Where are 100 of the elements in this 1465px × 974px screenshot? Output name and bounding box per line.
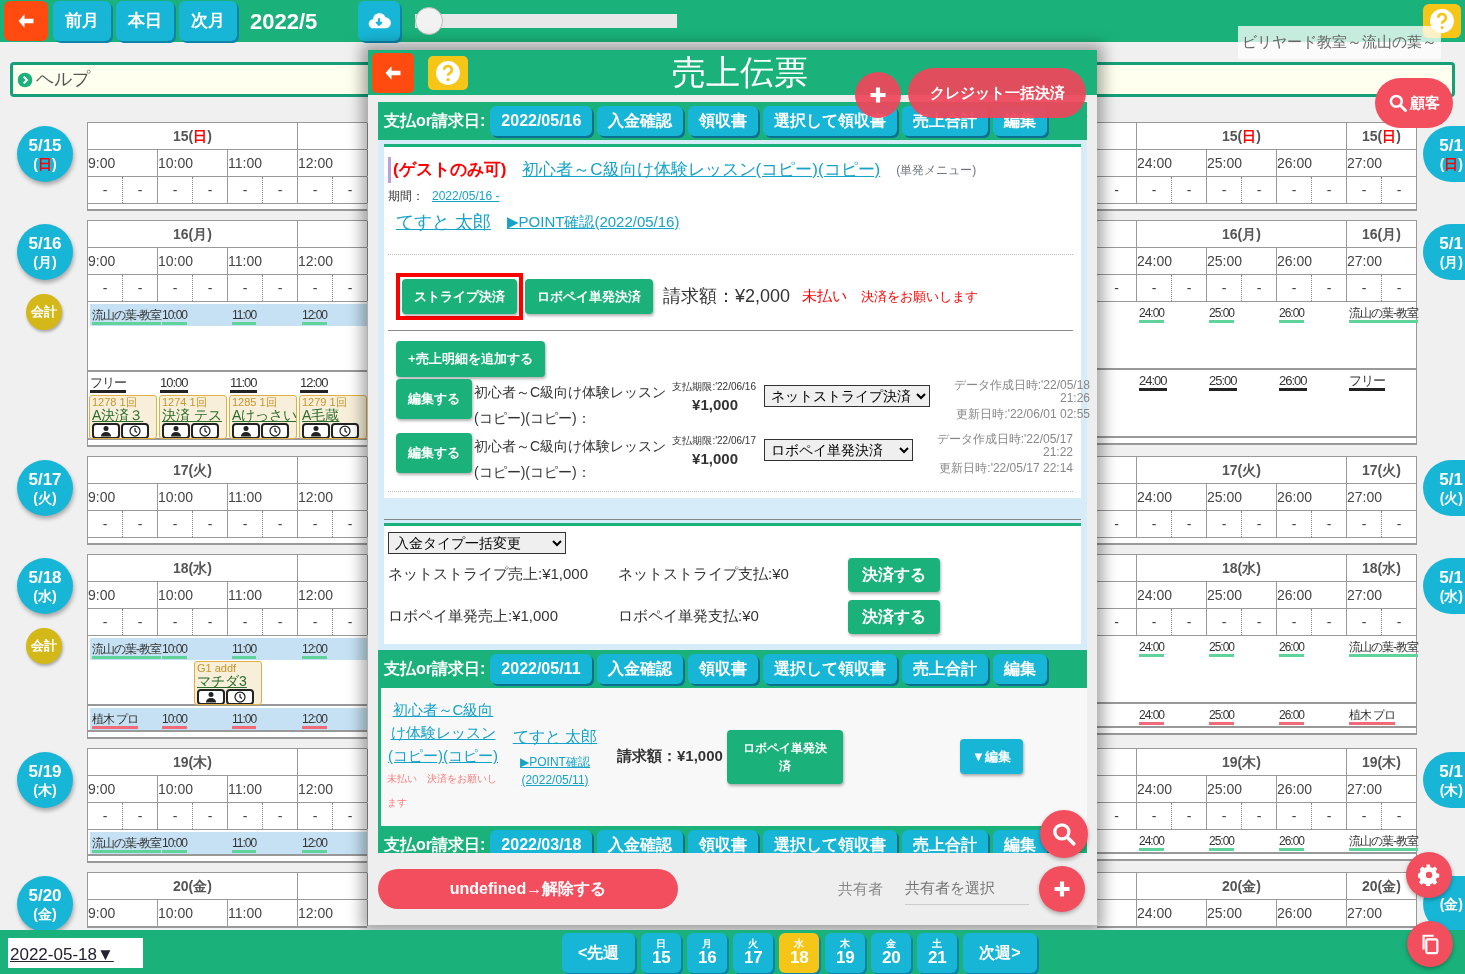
time-label: 9:00 (88, 251, 116, 271)
slot-mark: - (347, 806, 353, 826)
time-label: 25:00 (1207, 487, 1243, 507)
slot-mark: - (242, 806, 248, 826)
lane-time: 12:00 (302, 642, 328, 659)
lane-time: 24:00 (1139, 374, 1167, 391)
lane-time: 25:00 (1209, 640, 1235, 657)
lane-time: 12:00 (302, 308, 328, 325)
lane-time: 25:00 (1209, 834, 1235, 851)
day-header: 15(日) (173, 126, 212, 146)
slot-mark: - (1221, 806, 1227, 826)
slot-mark: - (1114, 612, 1119, 632)
day-header: 16(月) (173, 224, 212, 244)
time-label: 9:00 (88, 487, 116, 507)
slot-mark: - (242, 278, 248, 298)
lane-time: 10:00 (162, 308, 188, 325)
time-label: 12:00 (298, 903, 334, 923)
modal-title: 売上伝票 (672, 52, 808, 93)
slot-mark: - (1186, 514, 1192, 534)
slot-mark: - (102, 806, 108, 826)
slot-mark: - (1326, 806, 1332, 826)
slot-mark: - (137, 180, 143, 200)
slot-mark: - (1151, 612, 1157, 632)
day-header: 15(日) (1222, 126, 1261, 146)
lane-time: 10:00 (162, 642, 188, 659)
lane-name: 流山の葉-教室 (92, 642, 161, 659)
day-header: 18(水) (173, 558, 212, 578)
slot-mark: - (1151, 180, 1157, 200)
slot-mark: - (1361, 806, 1367, 826)
day-header: 15(日) (1362, 126, 1401, 146)
sales-total: ネットストライプ売上:¥1,000 (388, 564, 590, 585)
slot-mark: - (242, 612, 248, 632)
lane-time: 24:00 (1139, 306, 1165, 323)
slot-mark: - (1114, 278, 1119, 298)
slot-mark: - (1256, 514, 1262, 534)
lane-time: 12:00 (302, 836, 328, 853)
time-label: 26:00 (1277, 487, 1313, 507)
slot-mark: - (172, 514, 178, 534)
slot-mark: - (1326, 612, 1332, 632)
slot-mark: - (1186, 612, 1192, 632)
time-label: 24:00 (1137, 903, 1173, 923)
slot-mark: - (1396, 278, 1402, 298)
lane-time: 24:00 (1139, 708, 1165, 725)
lane-time: 11:00 (232, 712, 257, 729)
slot-mark: - (277, 514, 283, 534)
slot-mark: - (137, 612, 143, 632)
time-label: 12:00 (298, 487, 334, 507)
slot-mark: - (1361, 278, 1367, 298)
time-label: 25:00 (1207, 153, 1243, 173)
slot-mark: - (1291, 612, 1297, 632)
time-label: 27:00 (1347, 903, 1383, 923)
slot-mark: - (1326, 278, 1332, 298)
time-label: 26:00 (1277, 153, 1313, 173)
time-label: 25:00 (1207, 585, 1243, 605)
paid-total: ロボペイ単発支払:¥0 (618, 606, 760, 627)
slot-mark: - (1396, 612, 1402, 632)
slot-mark: - (1114, 514, 1119, 534)
lane-time: 26:00 (1279, 374, 1307, 391)
day-header: 17(火) (173, 460, 212, 480)
time-label: 11:00 (228, 251, 262, 271)
slot-mark: - (1396, 806, 1402, 826)
lane-name: 流山の葉-教室 (92, 308, 161, 325)
due-date: 支払期限:'22/06/16 (671, 379, 756, 394)
slot-mark: - (137, 806, 143, 826)
slot-mark: - (1221, 278, 1227, 298)
slot-mark: - (207, 612, 213, 632)
time-label: 10:00 (158, 251, 194, 271)
amount-text: 請求額：¥2,000 (663, 284, 791, 308)
slot-mark: - (347, 278, 353, 298)
time-label: 11:00 (228, 585, 262, 605)
lane-name: 流山の葉-教室 (1349, 306, 1418, 323)
payment-notice: 未払い 決済をお願いします (387, 772, 498, 810)
time-label: 25:00 (1207, 779, 1243, 799)
slot-mark: - (1256, 612, 1262, 632)
time-label: 27:00 (1347, 153, 1383, 173)
slot-mark: - (207, 806, 213, 826)
slot-mark: - (347, 514, 353, 534)
slot-mark: - (137, 514, 143, 534)
slot-mark: - (1186, 806, 1192, 826)
lane-name: 植木 プロ (92, 712, 139, 729)
slot-mark: - (277, 612, 283, 632)
slot-mark: - (1256, 806, 1262, 826)
item-name: 初心者～C級向け体験レッスン(コピー)(コピー)： (474, 437, 667, 480)
time-label: 26:00 (1277, 903, 1313, 923)
time-label: 27:00 (1347, 779, 1383, 799)
time-label: 27:00 (1347, 251, 1383, 271)
slot-mark: - (1186, 180, 1192, 200)
time-label: 9:00 (88, 903, 116, 923)
day-header: 17(火) (1362, 460, 1401, 480)
updated-date: 更新日時:'22/05/17 22:14 (938, 459, 1073, 477)
sharer-label: 共有者 (838, 878, 883, 899)
booking-code: 1274 1回 (162, 396, 208, 408)
day-header: 19(木) (1222, 752, 1261, 772)
slot-mark: - (172, 180, 178, 200)
lane-time: 26:00 (1279, 834, 1305, 851)
slot-mark: - (102, 612, 108, 632)
time-label: 24:00 (1137, 487, 1173, 507)
slot-mark: - (1396, 514, 1402, 534)
booking-code: 1279 1回 (302, 396, 348, 408)
menu-type: (単発メニュー) (896, 161, 977, 179)
